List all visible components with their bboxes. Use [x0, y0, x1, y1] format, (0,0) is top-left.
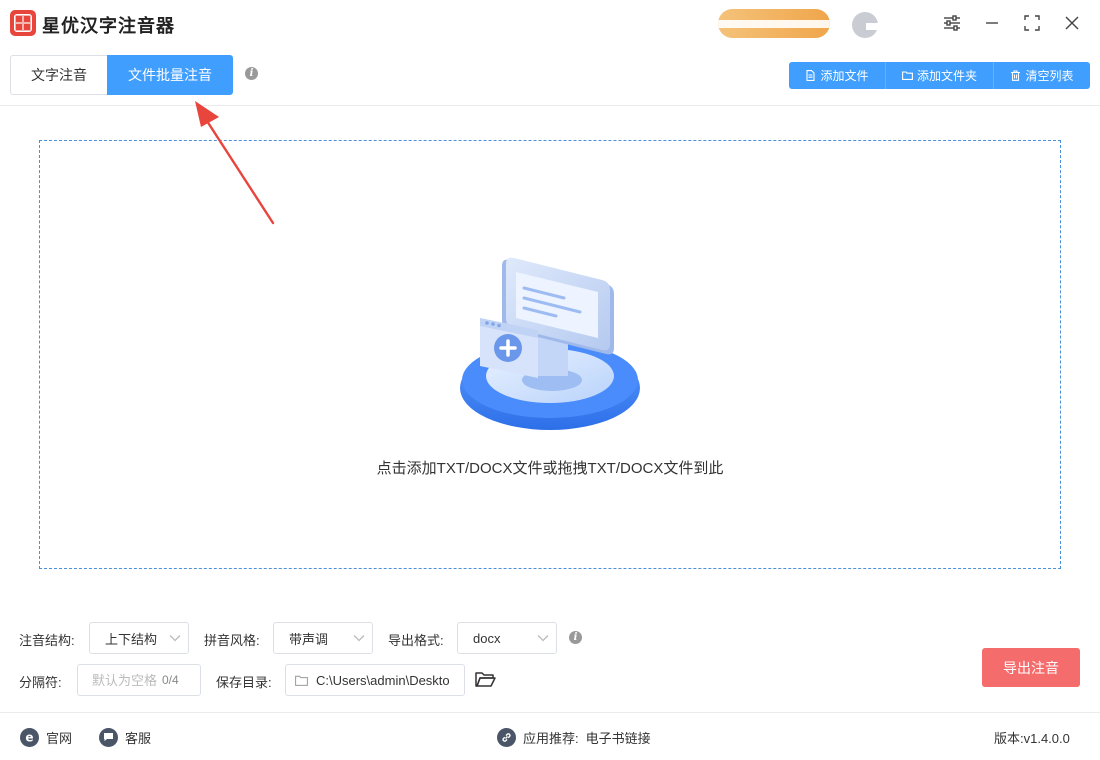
pinyin-style-value: 带声调	[289, 631, 329, 647]
folder-outline-icon	[286, 675, 316, 686]
folder-open-icon[interactable]	[474, 668, 496, 690]
file-drop-zone[interactable]: 点击添加TXT/DOCX文件或拖拽TXT/DOCX文件到此	[39, 140, 1061, 569]
monitor-upload-illustration	[460, 257, 640, 430]
pinyin-style-label: 拼音风格:	[204, 633, 260, 648]
export-format-label: 导出格式:	[388, 633, 444, 648]
svg-text:e: e	[25, 731, 33, 744]
link-icon	[497, 727, 516, 747]
settings-sliders-icon[interactable]	[940, 11, 964, 35]
chevron-down-icon	[162, 634, 188, 642]
tab-batch-file-annotation[interactable]: 文件批量注音	[107, 55, 233, 95]
version-text: 版本:v1.4.0.0	[994, 730, 1070, 746]
recommend-label: 应用推荐:	[523, 730, 579, 746]
footer: e 官网 客服 应用推荐: 电子书链接 版本:v1.4.0.0	[0, 712, 1100, 760]
pinyin-style-select[interactable]: 带声调	[273, 622, 373, 654]
add-folder-button[interactable]: 添加文件夹	[886, 62, 994, 89]
maximize-icon[interactable]	[1020, 11, 1044, 35]
add-folder-label: 添加文件夹	[916, 69, 977, 83]
chat-bubble-icon	[99, 727, 118, 747]
title-bar: 星优汉字注音器	[0, 0, 1100, 48]
export-format-value: docx	[473, 630, 501, 646]
file-action-group: 添加文件 添加文件夹 清空列表	[789, 62, 1090, 89]
website-link[interactable]: e 官网	[20, 727, 72, 747]
clear-list-label: 清空列表	[1025, 69, 1074, 83]
structure-label: 注音结构:	[19, 633, 75, 648]
chevron-down-icon	[530, 634, 556, 642]
minimize-icon[interactable]	[980, 11, 1004, 35]
ebook-link[interactable]: 电子书链接	[586, 728, 651, 747]
app-logo-icon	[10, 10, 36, 36]
support-link[interactable]: 客服	[99, 727, 151, 747]
info-icon[interactable]: i	[245, 67, 258, 80]
add-file-button[interactable]: 添加文件	[789, 62, 886, 89]
export-button[interactable]: 导出注音	[982, 648, 1080, 687]
separator-field[interactable]: 0/4	[77, 664, 201, 696]
save-dir-label: 保存目录:	[216, 675, 272, 690]
ie-browser-icon: e	[20, 727, 39, 747]
add-file-label: 添加文件	[820, 69, 869, 83]
drop-zone-hint: 点击添加TXT/DOCX文件或拖拽TXT/DOCX文件到此	[376, 460, 724, 477]
separator-label: 分隔符:	[19, 675, 62, 690]
save-dir-input[interactable]	[316, 672, 464, 688]
close-icon[interactable]	[1060, 11, 1084, 35]
vip-button[interactable]	[718, 9, 830, 38]
tab-text-annotation[interactable]: 文字注音	[10, 55, 107, 95]
separator-input[interactable]	[78, 672, 162, 688]
support-label: 客服	[125, 730, 152, 746]
file-icon	[806, 70, 816, 81]
structure-select[interactable]: 上下结构	[89, 622, 189, 654]
export-format-select[interactable]: docx	[457, 622, 557, 654]
recommend-item: 应用推荐: 电子书链接	[497, 727, 651, 747]
app-title: 星优汉字注音器	[42, 16, 175, 36]
trash-icon	[1011, 70, 1021, 81]
clear-list-button[interactable]: 清空列表	[994, 62, 1090, 89]
separator-char-count: 0/4	[162, 673, 179, 687]
format-info-icon[interactable]: i	[569, 631, 582, 644]
save-dir-field[interactable]	[285, 664, 465, 696]
chevron-down-icon	[346, 634, 372, 642]
structure-value: 上下结构	[105, 631, 158, 647]
website-label: 官网	[46, 730, 73, 746]
folder-icon	[902, 71, 913, 80]
user-account[interactable]	[852, 10, 922, 38]
